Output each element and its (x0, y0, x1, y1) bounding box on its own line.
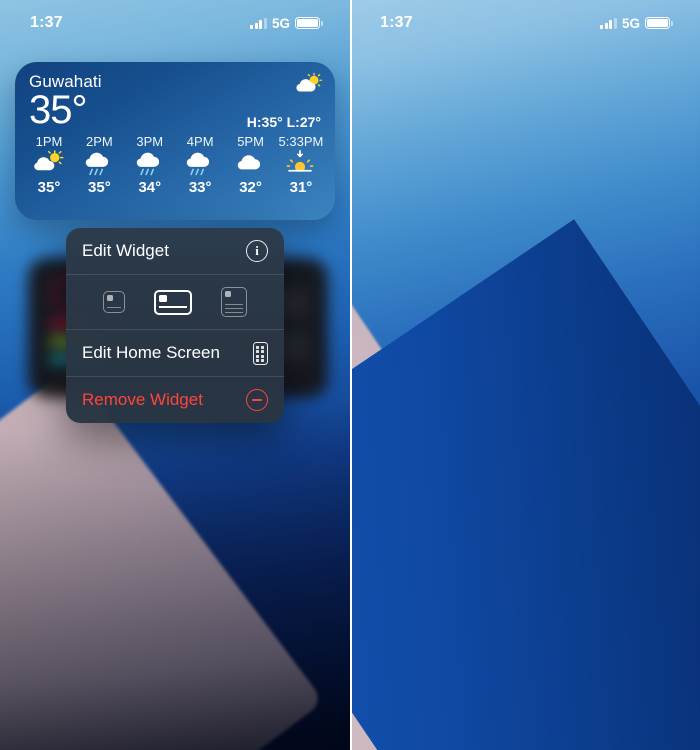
status-time: 1:37 (30, 14, 63, 31)
cellular-bars-icon (250, 17, 267, 29)
screenshot-root: 1:37 5G Guwahati 35° H:35° L:27° 1PM 35°… (0, 0, 700, 750)
hourly-forecast-left: 1PM 35° 2PM 35° 3PM 34° 4PM 33° 5PM 32° 5:33PM 31° (15, 130, 335, 196)
sunset-icon (286, 149, 314, 172)
network-label: 5G (271, 15, 290, 31)
hourly-time: 2PM (86, 133, 113, 149)
widget-medium-icon[interactable] (153, 289, 192, 315)
cloud-rain-icon (186, 152, 210, 176)
widget-context-menu: Edit Widget i Edit Home Screen Remove Wi… (66, 228, 284, 423)
hourly-cell: 5:33PM 31° (277, 134, 325, 196)
battery-full-icon (295, 16, 323, 30)
hourly-time: 1PM (35, 133, 63, 149)
cloud-rain-icon (136, 152, 159, 176)
hourly-cell: 1PM 35° (25, 134, 73, 196)
hourly-time: 3PM (136, 133, 164, 149)
hourly-temp: 31° (289, 178, 313, 196)
hourly-icon-wrap (233, 150, 269, 178)
hourly-icon-wrap (31, 149, 67, 178)
status-time: 1:37 (380, 14, 413, 31)
right-phone-screen: 1:37 5G Guwahati 35° H:35° L:27° (350, 0, 700, 750)
hourly-icon-wrap (283, 149, 319, 178)
menu-item-edit-widget[interactable]: Edit Widget i (66, 228, 284, 274)
menu-item-edit-home-screen[interactable]: Edit Home Screen (66, 330, 284, 376)
hourly-cell: 4PM 33° (176, 134, 224, 196)
phone-apps-icon (253, 341, 268, 365)
hourly-icon-wrap (132, 150, 168, 178)
weather-widget-left[interactable]: Guwahati 35° H:35° L:27° 1PM 35° 2PM 35° 3PM… (15, 62, 335, 220)
info-circle-icon: i (246, 240, 268, 262)
remove-widget-label: Remove Widget (82, 390, 203, 409)
widget-size-selector (66, 275, 284, 329)
edit-widget-label: Edit Widget (82, 241, 169, 260)
cloud-icon (237, 154, 260, 170)
cloud-rain-icon (86, 152, 109, 176)
status-bar-right: 1:37 5G (350, 0, 700, 46)
widget-large-icon[interactable] (221, 287, 248, 317)
hourly-icon-wrap (182, 150, 218, 178)
hourly-temp: 35° (37, 178, 61, 196)
status-indicators: 5G (600, 15, 673, 31)
hourly-cell: 3PM 34° (126, 134, 174, 196)
widget-small-icon[interactable] (102, 291, 125, 313)
sun-behind-cloud-icon (296, 72, 323, 92)
menu-item-remove-widget[interactable]: Remove Widget (66, 377, 284, 423)
hourly-time: 5PM (237, 133, 264, 149)
minus-circle-icon (246, 389, 268, 411)
edit-home-screen-label: Edit Home Screen (82, 343, 220, 362)
network-label: 5G (621, 15, 640, 31)
hourly-icon-wrap (81, 150, 117, 178)
weather-header: Guwahati 35° H:35° L:27° (15, 62, 335, 130)
left-phone-screen: 1:37 5G Guwahati 35° H:35° L:27° 1PM 35°… (0, 0, 350, 750)
sun-behind-cloud-icon (34, 149, 64, 170)
hourly-time: 5:33PM (278, 133, 324, 149)
hourly-cell: 5PM 32° (227, 134, 275, 196)
battery-full-icon (645, 16, 673, 30)
hourly-temp: 32° (239, 178, 262, 196)
panel-divider (350, 0, 352, 750)
status-indicators: 5G (250, 15, 323, 31)
hourly-temp: 35° (88, 178, 111, 196)
hourly-cell: 2PM 35° (75, 134, 123, 196)
hourly-temp: 33° (188, 178, 212, 196)
status-bar-left: 1:37 5G (0, 0, 350, 46)
hourly-time: 4PM (186, 133, 214, 149)
hourly-temp: 34° (138, 178, 162, 196)
weather-high-low: H:35° L:27° (246, 113, 321, 130)
cellular-bars-icon (600, 17, 617, 29)
